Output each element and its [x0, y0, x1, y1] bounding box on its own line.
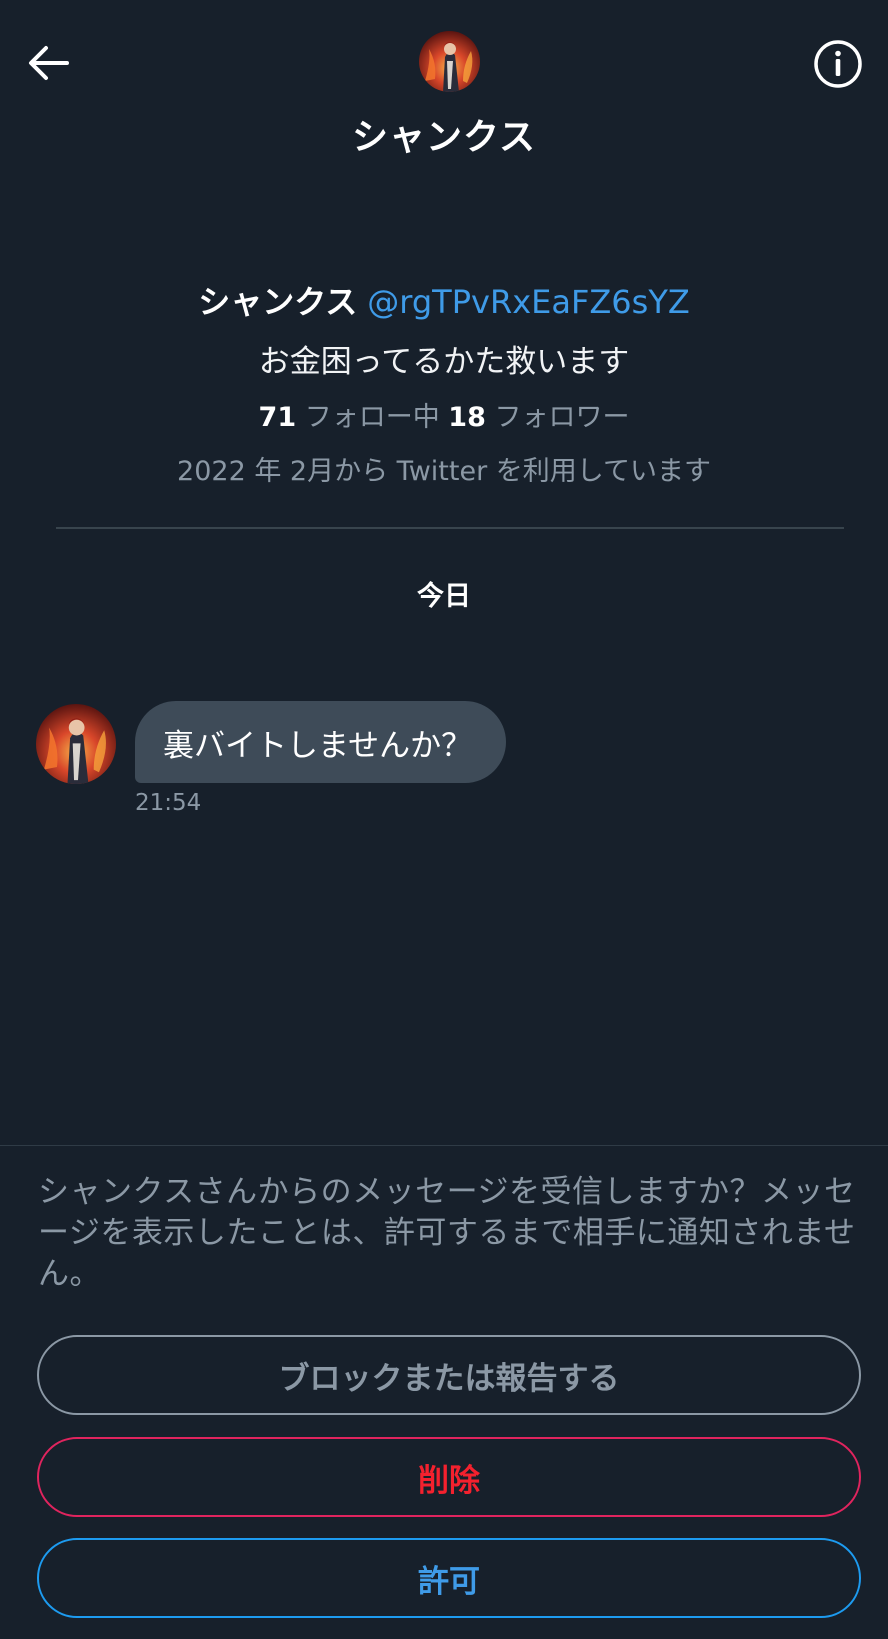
profile-joined-date: 2022 年 2月から Twitter を利用しています	[177, 456, 711, 487]
accept-button[interactable]: 許可	[37, 1538, 861, 1618]
avatar-image	[419, 31, 480, 92]
profile-divider	[56, 527, 844, 529]
date-separator: 今日	[417, 581, 471, 612]
message-bubble[interactable]: 裏バイトしませんか？	[135, 701, 507, 783]
profile-stats: 71 フォロー中 18 フォロワー	[0, 392, 888, 444]
profile-name-line: シャンクス @rgTPvRxEaFZ6sYZ	[0, 272, 888, 332]
followers-label[interactable]: フォロワー	[494, 402, 629, 433]
following-count[interactable]: 71	[259, 402, 297, 433]
profile-name[interactable]: シャンクス	[198, 283, 357, 321]
message-request-prompt: シャンクスさんからのメッセージを受信しますか？メッセージを表示したことは、許可す…	[38, 1174, 856, 1292]
arrow-left-icon	[29, 46, 69, 80]
following-label[interactable]: フォロー中	[305, 402, 440, 433]
message-timestamp: 21:54	[135, 790, 202, 816]
profile-handle[interactable]: @rgTPvRxEaFZ6sYZ	[367, 283, 690, 321]
block-or-report-button[interactable]: ブロックまたは報告する	[37, 1335, 861, 1415]
header-title: シャンクス	[352, 117, 536, 158]
avatar-image	[36, 704, 116, 784]
profile-summary: シャンクス @rgTPvRxEaFZ6sYZ お金困ってるかた救います 71 フォ…	[0, 272, 888, 500]
info-circle-icon	[814, 40, 862, 88]
request-divider	[0, 1145, 888, 1146]
delete-button[interactable]: 削除	[37, 1437, 861, 1517]
info-button[interactable]	[812, 38, 864, 90]
conversation-header: シャンクス	[0, 0, 888, 170]
header-avatar[interactable]	[419, 31, 480, 92]
back-button[interactable]	[22, 40, 74, 86]
message-avatar[interactable]	[36, 704, 116, 784]
followers-count[interactable]: 18	[448, 402, 486, 433]
profile-bio: お金困ってるかた救います	[258, 344, 630, 380]
